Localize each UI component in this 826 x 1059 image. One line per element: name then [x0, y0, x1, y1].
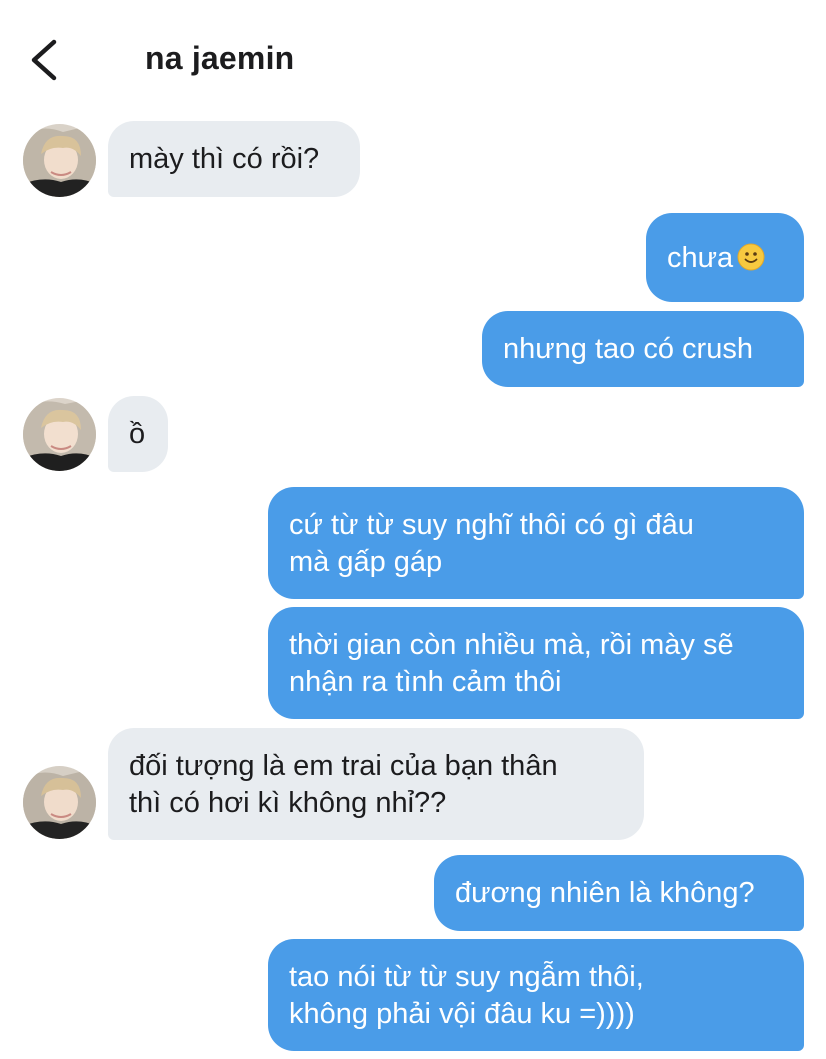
message-text-line: thì có hơi kì không nhỉ??: [129, 787, 447, 819]
contact-avatar[interactable]: [23, 766, 96, 839]
contact-name: na jaemin: [145, 40, 295, 76]
message-bubble-incoming[interactable]: mày thì có rồi?: [108, 121, 360, 197]
message-bubble-outgoing[interactable]: đương nhiên là không?: [434, 855, 804, 931]
message-text: ồ: [129, 418, 146, 450]
message-text-line: thời gian còn nhiều mà, rồi mày sẽ: [289, 629, 734, 661]
message-bubble-incoming[interactable]: ồ: [108, 396, 168, 472]
message-text-line: cứ từ từ suy nghĩ thôi có gì đâu: [289, 509, 694, 541]
chevron-left-icon: [31, 39, 57, 81]
chat-header: na jaemin: [0, 0, 826, 110]
message-text: mày thì có rồi?: [129, 143, 320, 175]
message-text-line: mà gấp gáp: [289, 546, 443, 578]
message-text: chưa: [667, 242, 734, 274]
message-text: đương nhiên là không?: [455, 877, 755, 909]
back-button[interactable]: [22, 36, 66, 84]
slightly-smiling-face-icon: [737, 243, 765, 271]
message-bubble-outgoing[interactable]: chưa: [646, 213, 804, 302]
message-text-line: nhận ra tình cảm thôi: [289, 666, 562, 698]
contact-avatar[interactable]: [23, 124, 96, 197]
message-text-line: đối tượng là em trai của bạn thân: [129, 750, 558, 782]
message-text: nhưng tao có crush: [503, 333, 753, 365]
message-text-line: tao nói từ từ suy ngẫm thôi,: [289, 961, 644, 993]
message-bubble-outgoing[interactable]: cứ từ từ suy nghĩ thôi có gì đâu mà gấp …: [268, 487, 804, 599]
message-bubble-outgoing[interactable]: nhưng tao có crush: [482, 311, 804, 387]
message-bubble-outgoing[interactable]: thời gian còn nhiều mà, rồi mày sẽ nhận …: [268, 607, 804, 719]
message-text-line: không phải vội đâu ku =)))): [289, 998, 635, 1030]
message-bubble-outgoing[interactable]: tao nói từ từ suy ngẫm thôi, không phải …: [268, 939, 804, 1051]
message-bubble-incoming[interactable]: đối tượng là em trai của bạn thân thì có…: [108, 728, 644, 840]
contact-avatar[interactable]: [23, 398, 96, 471]
